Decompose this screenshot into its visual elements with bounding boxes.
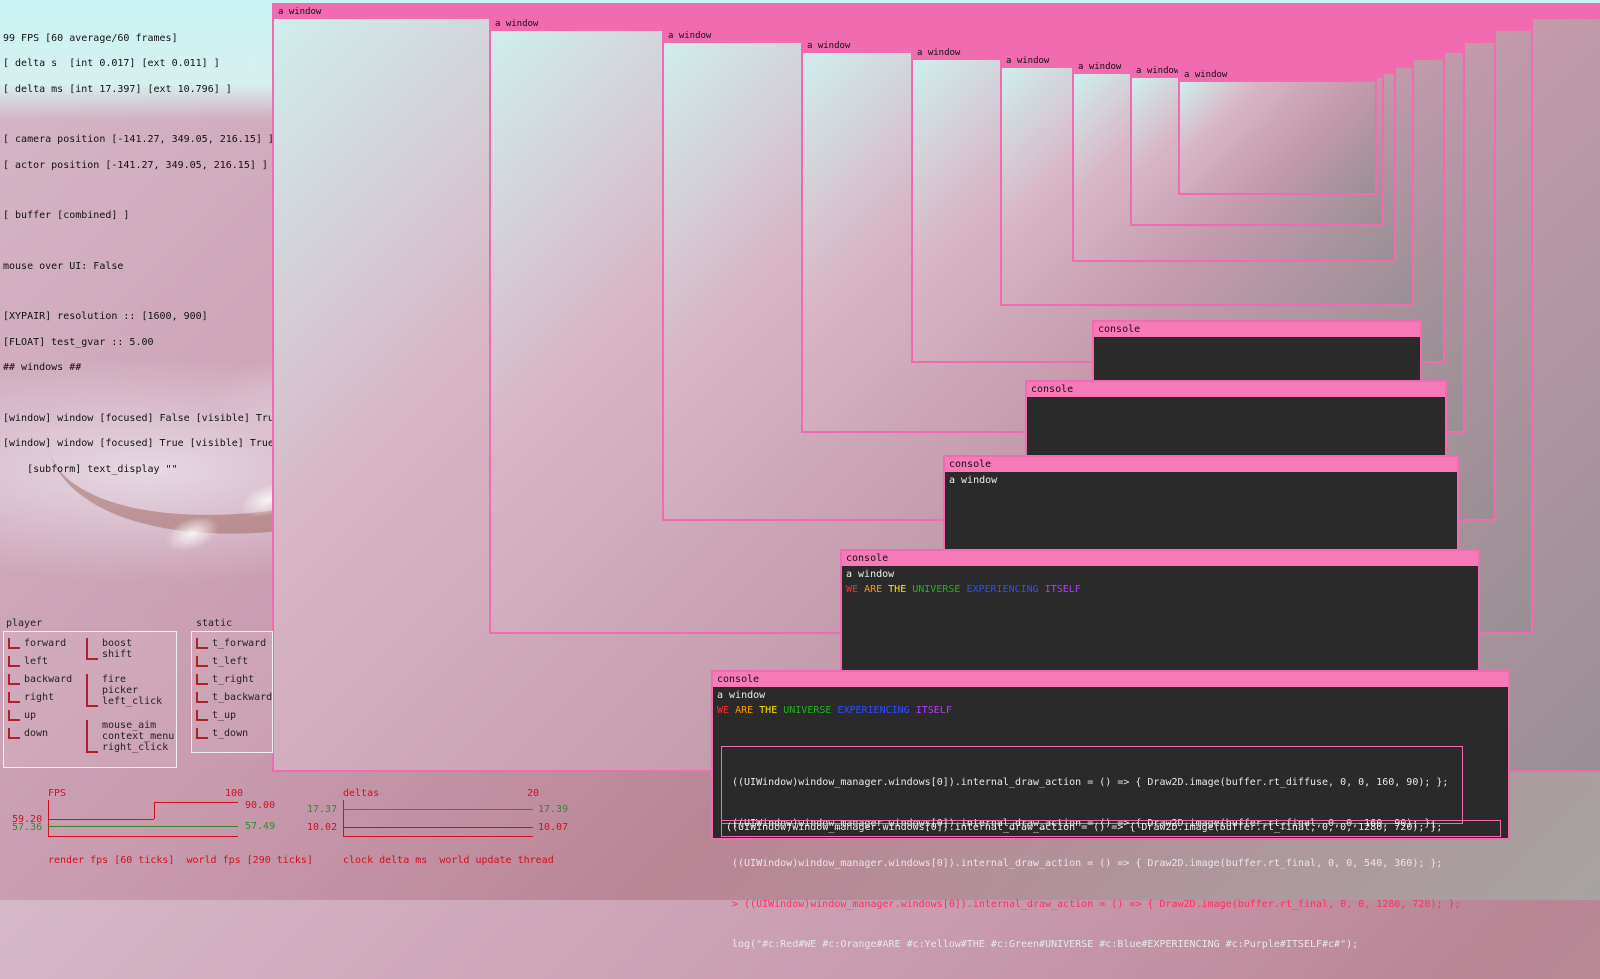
console-window-label: a window xyxy=(846,569,895,580)
camera-position-readout: [ camera position [-141.27, 349.05, 216.… xyxy=(3,134,274,146)
key-left: left xyxy=(8,656,48,667)
nested-window-9[interactable]: a window xyxy=(1178,66,1377,195)
static-panel: t_forward t_left t_right t_backward t_up… xyxy=(191,631,273,753)
word-the: THE xyxy=(888,584,913,595)
static-panel-title: static xyxy=(196,618,233,629)
key-t-backward: t_backward xyxy=(196,692,272,703)
key-fire: fire picker left_click xyxy=(86,674,162,707)
key-t-forward: t_forward xyxy=(196,638,266,649)
word-itself: ITSELF xyxy=(1044,584,1081,595)
key-backward: backward xyxy=(8,674,72,685)
key-right: right xyxy=(8,692,54,703)
word-we: WE xyxy=(717,705,736,716)
mouse-over-ui-readout: mouse over UI: False xyxy=(3,260,124,272)
word-are: ARE xyxy=(864,584,889,595)
word-universe: UNIVERSE xyxy=(912,584,967,595)
fps-graph-max: 100 xyxy=(225,788,244,799)
word-the: THE xyxy=(759,705,784,716)
deltas-graph-max: 20 xyxy=(527,788,540,799)
fps-graph: FPS 100 59.20 57.36 90.00 57.49 render f… xyxy=(10,788,313,868)
fps-render-line xyxy=(154,802,155,819)
key-mouse-aim: mouse_aim context_menu right_click xyxy=(86,720,174,753)
deltas-clock-end: 17.39 xyxy=(538,804,569,815)
test-gvar-readout: [FLOAT] test_gvar :: 5.00 xyxy=(3,336,154,348)
resolution-readout: [XYPAIR] resolution :: [1600, 900] xyxy=(3,311,208,323)
word-are: ARE xyxy=(735,705,760,716)
console-line: log("#c:Red#WE #c:Orange#ARE #c:Yellow#T… xyxy=(732,939,1359,950)
word-experiencing: EXPERIENCING xyxy=(966,584,1045,595)
deltas-graph-axis xyxy=(343,836,533,837)
deltas-graph-axis xyxy=(343,800,344,836)
deltas-world-line xyxy=(343,827,533,828)
nested-console-large[interactable]: console a window WE ARE THE UNIVERSE EXP… xyxy=(840,549,1480,673)
deltas-graph-label: deltas xyxy=(343,788,380,799)
key-t-down: t_down xyxy=(196,728,248,739)
key-down: down xyxy=(8,728,48,739)
fps-world-end: 57.49 xyxy=(245,821,276,832)
console-window-label: a window xyxy=(717,690,766,701)
word-experiencing: EXPERIENCING xyxy=(837,705,916,716)
fps-graph-axis xyxy=(48,836,238,837)
console-window-label: a window xyxy=(949,475,998,486)
player-panel: forward left backward right up down boos… xyxy=(3,631,177,768)
debug-stats: 99 FPS [60 average/60 frames] [ delta s … xyxy=(3,20,280,490)
player-panel-title: player xyxy=(6,618,43,629)
fps-render-end: 90.00 xyxy=(245,800,276,811)
word-itself: ITSELF xyxy=(915,705,952,716)
key-forward: forward xyxy=(8,638,66,649)
subform-entry: [subform] text_display "" xyxy=(3,463,178,475)
nested-console-medium[interactable]: console a window xyxy=(943,455,1459,551)
console-input[interactable]: ((UIWindow)window_manager.windows[0]).in… xyxy=(721,820,1501,837)
fps-readout: 99 FPS [60 average/60 frames] xyxy=(3,32,178,44)
deltas-graph: deltas 20 17.37 10.02 17.39 10.07 clock … xyxy=(305,788,595,868)
colored-words: WE ARE THE UNIVERSE EXPERIENCING ITSELF xyxy=(713,701,1508,720)
nested-console-small[interactable]: console xyxy=(1025,380,1447,458)
console-window[interactable]: console a window WE ARE THE UNIVERSE EXP… xyxy=(711,670,1510,950)
colored-words: WE ARE THE UNIVERSE EXPERIENCING ITSELF xyxy=(842,580,1478,599)
window-entry-2: [window] window [focused] True [visible]… xyxy=(3,438,274,450)
console-line: ((UIWindow)window_manager.windows[0]).in… xyxy=(732,858,1443,869)
key-boost: boost shift xyxy=(86,638,132,660)
console-title: console xyxy=(945,457,1457,472)
key-t-up: t_up xyxy=(196,710,236,721)
delta-ms-readout: [ delta ms [int 17.397] [ext 10.796] ] xyxy=(3,83,232,95)
fps-render-line xyxy=(48,819,154,820)
console-line: ((UIWindow)window_manager.windows[0]).in… xyxy=(732,777,1449,788)
console-title: console xyxy=(842,551,1478,566)
deltas-clock-start: 17.37 xyxy=(307,804,338,815)
word-universe: UNIVERSE xyxy=(783,705,838,716)
nested-window-title[interactable]: a window xyxy=(1180,68,1375,82)
console-title[interactable]: console xyxy=(713,672,1508,687)
nested-window-view xyxy=(1180,82,1375,193)
delta-s-readout: [ delta s [int 0.017] [ext 0.011] ] xyxy=(3,58,220,70)
nested-console-mini[interactable]: console xyxy=(1092,320,1422,382)
key-t-right: t_right xyxy=(196,674,254,685)
deltas-clock-line xyxy=(343,809,533,810)
word-we: WE xyxy=(846,584,865,595)
actor-position-readout: [ actor position [-141.27, 349.05, 216.1… xyxy=(3,159,268,171)
window-entry-1: [window] window [focused] False [visible… xyxy=(3,412,280,424)
console-title: console xyxy=(1094,322,1420,337)
deltas-graph-legend: clock delta ms world update thread xyxy=(343,855,554,866)
console-output: ((UIWindow)window_manager.windows[0]).in… xyxy=(721,746,1463,950)
console-title: console xyxy=(1027,382,1445,397)
key-up: up xyxy=(8,710,36,721)
fps-graph-label: FPS xyxy=(48,788,67,799)
fps-world-start: 57.36 xyxy=(12,822,43,833)
buffer-readout: [ buffer [combined] ] xyxy=(3,210,130,222)
fps-world-line xyxy=(48,826,238,827)
fps-render-line xyxy=(154,802,238,803)
key-t-left: t_left xyxy=(196,656,248,667)
fps-graph-legend: render fps [60 ticks] world fps [290 tic… xyxy=(48,855,313,866)
fps-graph-axis xyxy=(48,800,49,836)
windows-header: ## windows ## xyxy=(3,362,82,374)
deltas-world-start: 10.02 xyxy=(307,822,338,833)
deltas-world-end: 10.07 xyxy=(538,822,569,833)
